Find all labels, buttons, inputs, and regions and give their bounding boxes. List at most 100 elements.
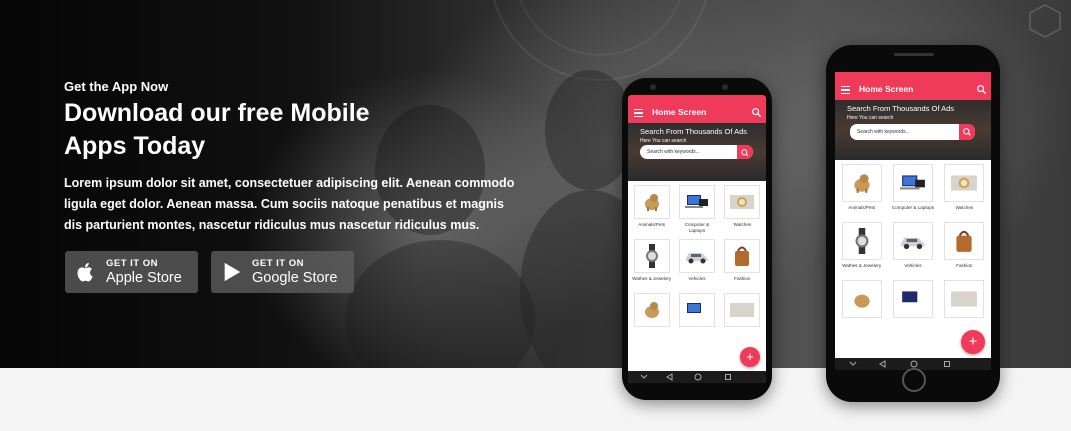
add-button[interactable]: + [961,330,985,354]
category-label: Wathes & Jewelery [842,263,882,268]
category-label: Animals/Pets [848,205,876,210]
status-bar [628,95,766,103]
watch-icon [944,164,985,202]
category-tile[interactable]: Watches [722,185,763,236]
google-store-small-label: GET IT ON [252,258,304,269]
back-icon[interactable] [879,360,887,368]
category-tile[interactable]: Wathes & Jewelery [838,222,885,277]
category-tile[interactable]: Wathes & Jewelery [631,239,672,290]
category-tile[interactable] [838,280,885,318]
phone-mockup-left: Home Screen Search From Thousands Of Ads… [622,78,772,400]
play-icon [224,262,241,282]
car-icon [892,222,933,260]
category-grid: Animals/Pets Computer & Laptops Watches … [835,160,991,318]
category-tile[interactable] [676,293,717,327]
category-tile[interactable] [722,293,763,327]
watch-icon [944,280,985,318]
banner-subtitle: Here You can search [640,138,687,144]
camera-icon [650,84,656,90]
search-banner: Search From Thousands Of Ads Here You ca… [628,123,766,181]
banner-subtitle: Here You can search [847,115,894,121]
computer-icon [892,164,933,202]
category-label: Computer & Laptops [684,222,710,233]
chevron-down-icon[interactable] [640,373,648,381]
category-tile[interactable] [889,280,936,318]
wristwatch-icon [633,239,670,273]
category-label: Wathes & Jewelery [632,276,672,281]
apple-store-small-label: GET IT ON [106,258,158,269]
category-tile[interactable]: Vehicles [889,222,936,277]
category-label: Fashion [734,276,751,281]
car-icon [678,239,715,273]
category-tile[interactable]: Fashion [722,239,763,290]
category-tile[interactable]: Animals/Pets [838,164,885,219]
search-button[interactable] [959,124,975,140]
status-bar [835,72,991,80]
sensor-icon [722,84,728,90]
search-input[interactable]: Search with keywords... [850,124,975,140]
category-label: Vehicles [688,276,706,281]
apple-store-button[interactable]: GET IT ON Apple Store [65,251,198,293]
description-text: Lorem ipsum dolor sit amet, consectetuer… [64,176,515,232]
banner-title: Search From Thousands Of Ads [847,104,954,113]
wristwatch-icon [841,222,882,260]
screen-title: Home Screen [652,107,707,117]
search-icon [741,149,749,157]
search-input[interactable]: Search with keywords... [640,145,753,159]
screen-title: Home Screen [859,84,914,94]
category-tile[interactable]: Fashion [941,222,988,277]
search-banner: Search From Thousands Of Ads Here You ca… [835,100,991,160]
category-label: Animals/Pets [638,222,666,227]
watch-icon [724,185,761,219]
dog-icon [841,280,882,318]
home-icon[interactable] [910,360,918,368]
apple-icon [77,262,93,282]
apple-store-label: Apple Store [106,270,182,286]
computer-icon [892,280,933,318]
category-tile[interactable] [941,280,988,318]
search-icon[interactable] [976,84,987,95]
category-label: Watches [733,222,752,227]
dog-icon [633,185,670,219]
category-tile[interactable]: Animals/Pets [631,185,672,236]
headline: Download our free Mobile Apps Today [64,99,370,160]
category-label: Fashion [956,263,973,268]
search-icon [963,128,971,136]
search-button[interactable] [737,145,753,159]
eyebrow-text: Get the App Now [64,79,169,94]
back-icon[interactable] [666,373,674,381]
home-button[interactable] [902,368,926,392]
search-icon[interactable] [751,107,762,118]
bag-icon [944,222,985,260]
menu-icon[interactable] [841,86,850,94]
category-tile[interactable]: Watches [941,164,988,219]
recents-icon[interactable] [943,360,951,368]
menu-icon[interactable] [634,109,643,117]
android-nav-bar [628,371,766,383]
category-tile[interactable]: Vehicles [676,239,717,290]
bag-icon [724,239,761,273]
chevron-down-icon[interactable] [849,360,857,368]
google-store-label: Google Store [252,270,338,286]
home-icon[interactable] [694,373,702,381]
category-tile[interactable]: Computer & Laptops [676,185,717,236]
dog-icon [841,164,882,202]
watch-icon [724,293,761,327]
add-button[interactable]: + [740,347,760,367]
recents-icon[interactable] [724,373,732,381]
category-tile[interactable]: Computer & Laptops [889,164,936,219]
category-grid: Animals/Pets Computer & Laptops Watches … [628,181,766,327]
dog-icon [633,293,670,327]
phone-screen: Home Screen Search From Thousands Of Ads… [628,95,766,383]
google-store-button[interactable]: GET IT ON Google Store [211,251,354,293]
category-label: Vehicles [904,263,922,268]
phone-screen: Home Screen Search From Thousands Of Ads… [835,72,991,370]
computer-icon [678,185,715,219]
app-bar: Home Screen [628,103,766,123]
search-placeholder: Search with keywords... [857,128,910,135]
app-bar: Home Screen [835,80,991,100]
banner-title: Search From Thousands Of Ads [640,127,747,136]
search-placeholder: Search with keywords... [647,148,700,155]
category-label: Watches [955,205,974,210]
category-tile[interactable] [631,293,672,327]
